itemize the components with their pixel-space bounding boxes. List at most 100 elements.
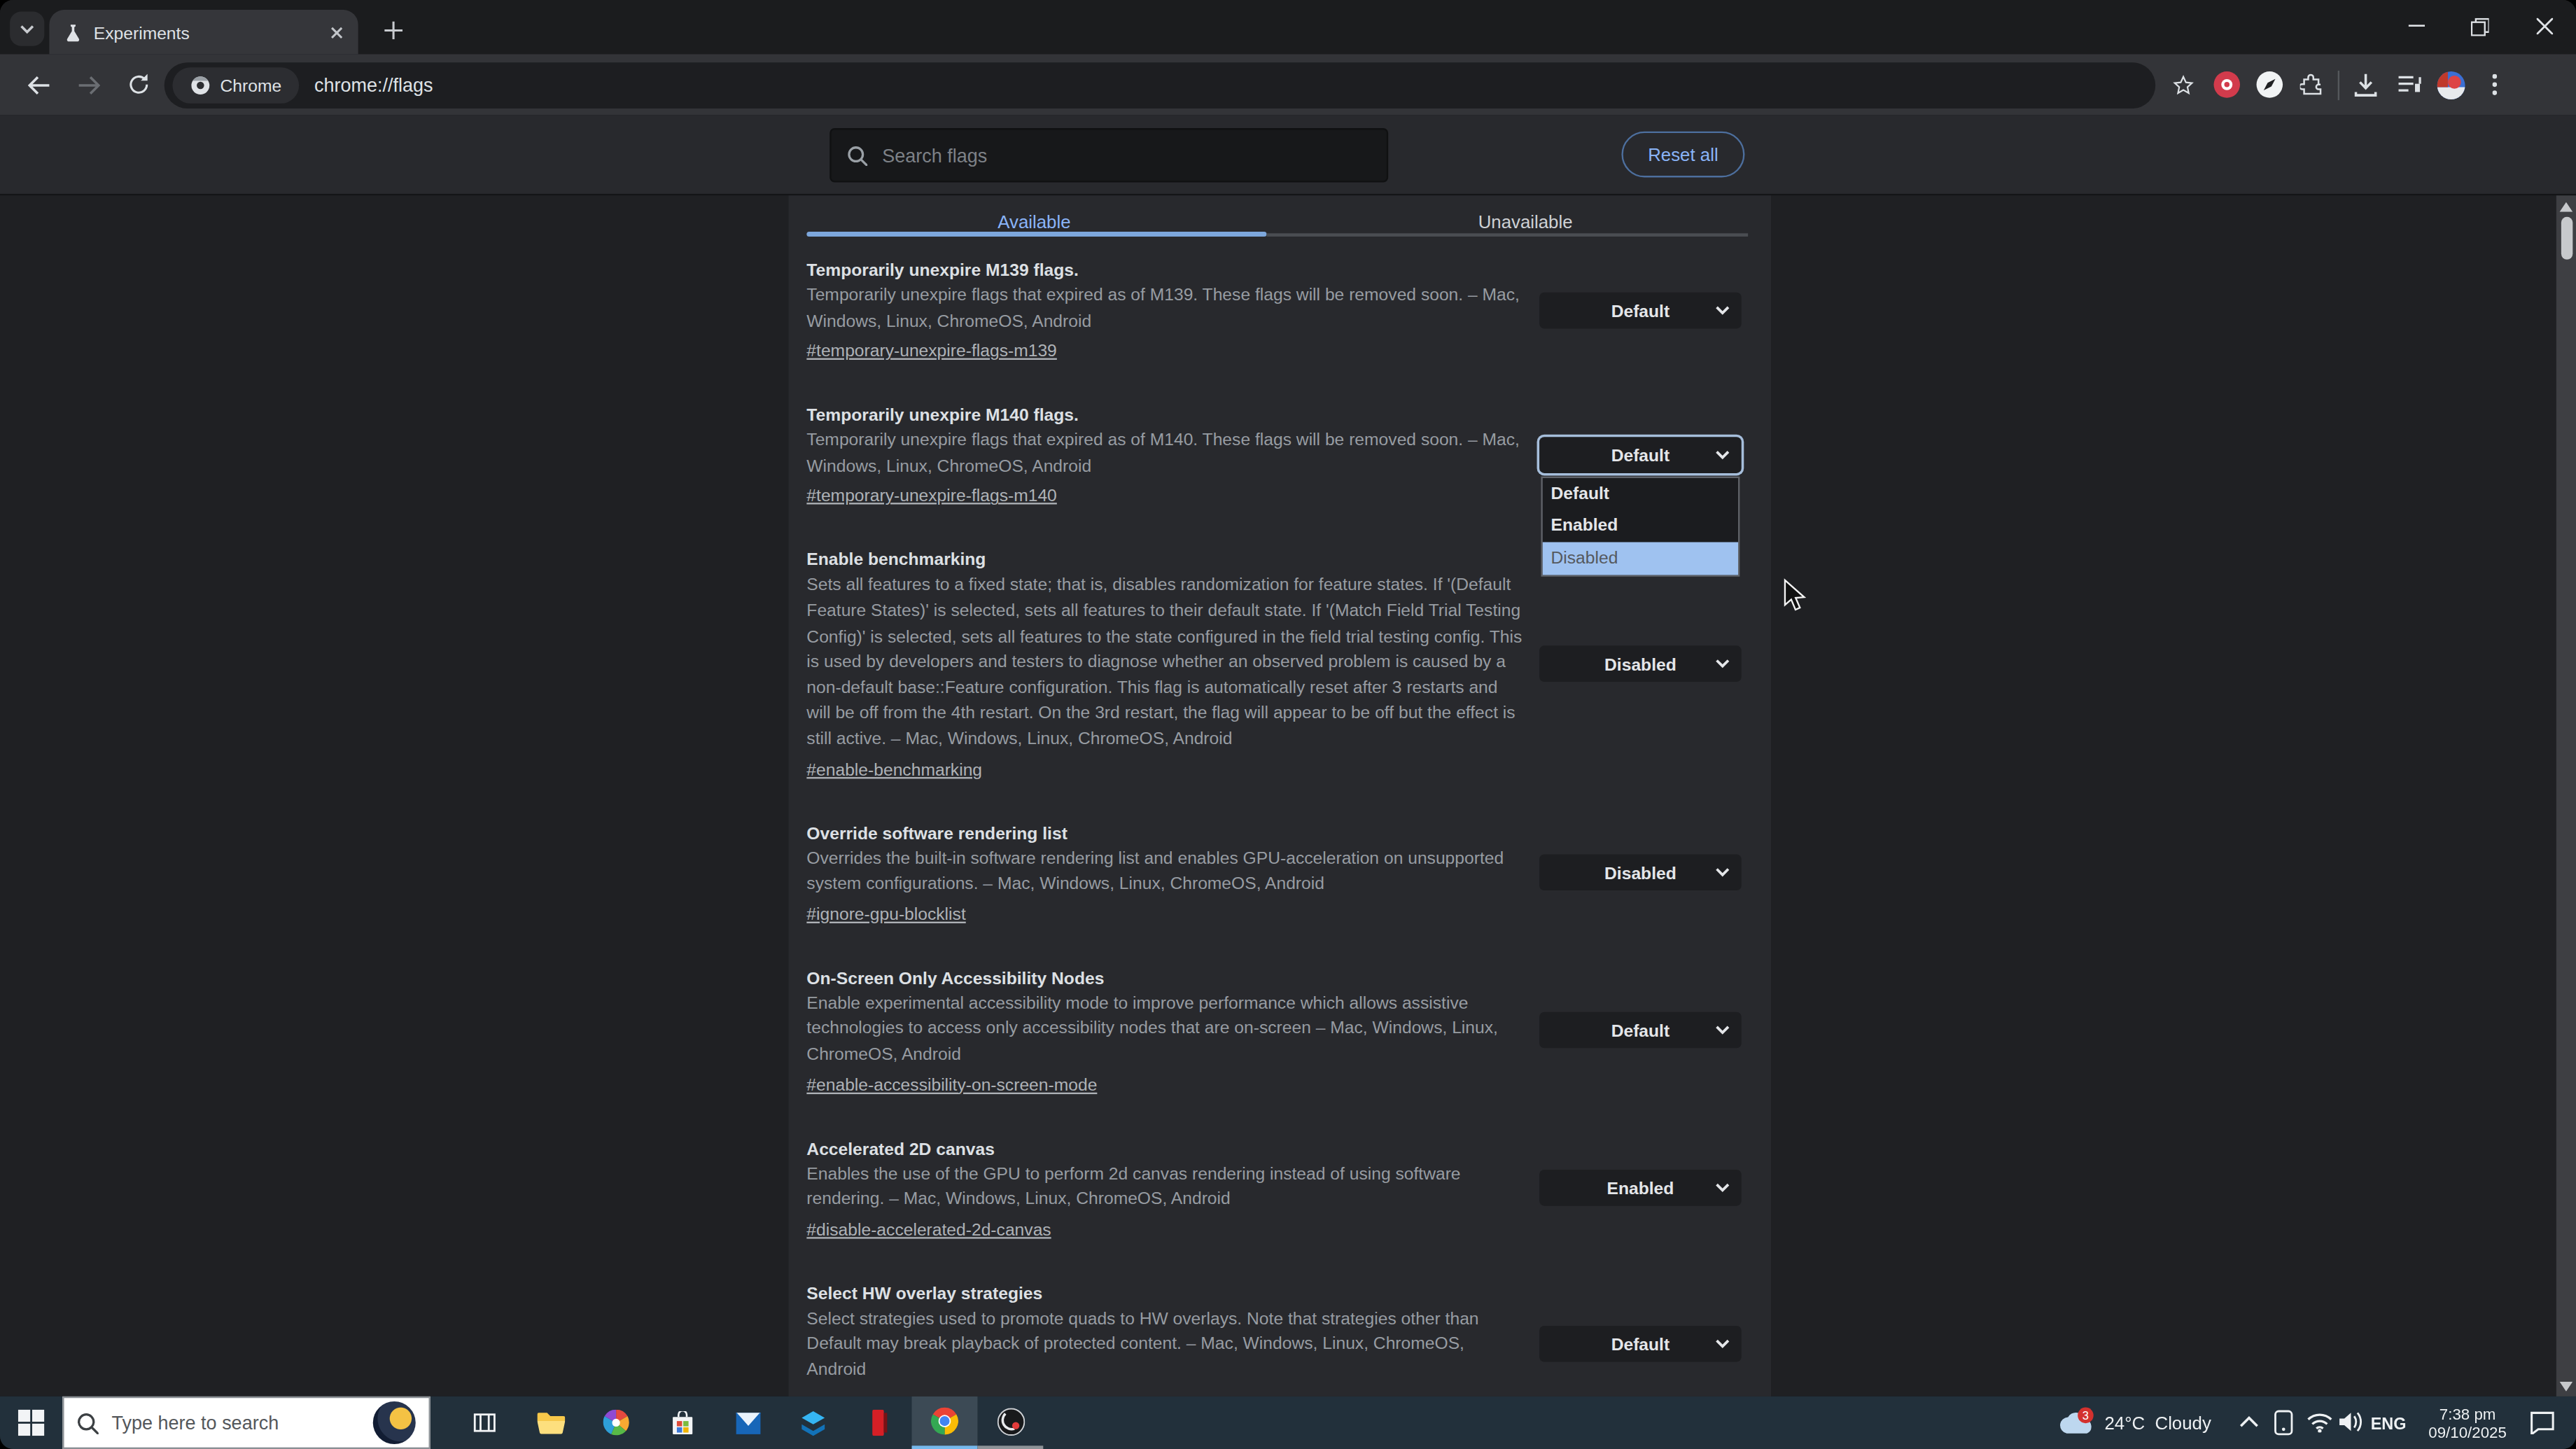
- tabs-divider: [1266, 233, 1748, 237]
- bookmark-star-button[interactable]: [2162, 63, 2205, 106]
- mail-app-icon[interactable]: [715, 1396, 780, 1449]
- dropdown-option-disabled[interactable]: Disabled: [1543, 542, 1738, 575]
- flag-permalink[interactable]: #disable-accelerated-2d-canvas: [806, 1217, 1051, 1240]
- red-app-icon[interactable]: [846, 1396, 912, 1449]
- flag-row: Accelerated 2D canvas Enables the use of…: [806, 1136, 1759, 1242]
- weather-icon[interactable]: 3: [2057, 1406, 2099, 1441]
- extensions-puzzle-icon[interactable]: [2290, 63, 2333, 106]
- flag-row: Override software rendering list Overrid…: [806, 820, 1759, 926]
- search-flags-input[interactable]: Search flags: [830, 128, 1388, 182]
- back-button[interactable]: [16, 62, 62, 108]
- tab-close-icon[interactable]: [330, 25, 344, 38]
- flag-permalink[interactable]: #temporary-unexpire-flags-m140: [806, 484, 1057, 507]
- action-center-icon[interactable]: [2530, 1411, 2554, 1434]
- new-tab-button[interactable]: [376, 13, 409, 46]
- reset-all-button[interactable]: Reset all: [1621, 132, 1744, 178]
- select-wrap: Disabled: [1539, 645, 1742, 682]
- language-indicator[interactable]: ENG: [2371, 1396, 2407, 1449]
- flag-title: On-Screen Only Accessibility Nodes: [806, 965, 1539, 988]
- flag-row: Select HW overlay strategies Select stra…: [806, 1281, 1759, 1382]
- menu-kebab-icon[interactable]: [2472, 63, 2515, 106]
- desktop: Experiments Chrome chrome://flags: [0, 0, 2576, 1449]
- flag-description: Temporarily unexpire flags that expired …: [806, 428, 1522, 479]
- site-chip[interactable]: Chrome: [172, 66, 300, 103]
- address-bar[interactable]: Chrome chrome://flags: [164, 62, 2155, 108]
- flag-permalink[interactable]: #temporary-unexpire-flags-m139: [806, 339, 1057, 362]
- chevron-down-icon: [1715, 659, 1730, 668]
- tray-expand-icon[interactable]: [2239, 1415, 2259, 1428]
- flag-text: On-Screen Only Accessibility Nodes Enabl…: [806, 965, 1539, 1096]
- defender-app-icon[interactable]: [780, 1396, 846, 1449]
- flag-permalink[interactable]: #ignore-gpu-blocklist: [806, 902, 965, 925]
- tab-search-button[interactable]: [10, 11, 44, 46]
- page-scrollbar[interactable]: [2556, 195, 2576, 1396]
- microsoft-store-icon[interactable]: [649, 1396, 715, 1449]
- start-button[interactable]: [0, 1396, 62, 1449]
- dropdown-option-enabled[interactable]: Enabled: [1543, 510, 1738, 542]
- search-icon: [77, 1412, 99, 1434]
- chevron-down-icon: [1715, 1339, 1730, 1349]
- flag-value-select[interactable]: Default: [1539, 292, 1742, 328]
- flag-value-select[interactable]: Enabled: [1539, 1170, 1742, 1206]
- flag-value-select[interactable]: Default: [1539, 437, 1742, 473]
- select-value: Default: [1611, 300, 1670, 320]
- weather-text[interactable]: 24°C Cloudy: [2104, 1396, 2211, 1449]
- flag-description: Enable experimental accessibility mode t…: [806, 990, 1522, 1068]
- wifi-icon[interactable]: [2306, 1411, 2333, 1433]
- scrollbar-up-arrow[interactable]: [2560, 202, 2573, 212]
- chevron-down-icon: [1715, 450, 1730, 460]
- select-wrap: Default: [1539, 1012, 1742, 1049]
- scrollbar-down-arrow[interactable]: [2560, 1382, 2573, 1392]
- select-dropdown-menu: DefaultEnabledDisabled: [1541, 476, 1740, 576]
- downloads-button[interactable]: [2344, 63, 2387, 106]
- flag-control: Default DefaultEnabledDisabled: [1539, 402, 1759, 508]
- chrome-taskbar-icon[interactable]: [912, 1396, 978, 1449]
- select-value: Default: [1611, 1021, 1670, 1040]
- dropdown-option-default[interactable]: Default: [1543, 477, 1738, 510]
- browser-tab[interactable]: Experiments: [49, 10, 358, 54]
- flag-description: Overrides the built-in software renderin…: [806, 846, 1522, 897]
- photos-app-icon[interactable]: [583, 1396, 649, 1449]
- close-window-button[interactable]: [2512, 0, 2576, 52]
- select-value: Disabled: [1604, 862, 1676, 882]
- flag-row: Enable benchmarking Sets all features to…: [806, 547, 1759, 781]
- reload-button[interactable]: [115, 62, 161, 108]
- url-text: chrome://flags: [314, 75, 433, 94]
- flag-value-select[interactable]: Default: [1539, 1326, 1742, 1362]
- select-wrap: Enabled: [1539, 1170, 1742, 1206]
- window-controls: [2384, 0, 2576, 52]
- flag-description: Enables the use of the GPU to perform 2d…: [806, 1161, 1522, 1212]
- select-wrap: Default: [1539, 292, 1742, 328]
- flag-row: Temporarily unexpire M140 flags. Tempora…: [806, 402, 1759, 508]
- clock[interactable]: 7:38 pm09/10/2025: [2418, 1396, 2517, 1449]
- profile-avatar[interactable]: [2430, 63, 2472, 106]
- flag-text: Select HW overlay strategies Select stra…: [806, 1281, 1539, 1382]
- task-view-button[interactable]: [451, 1396, 517, 1449]
- restore-button[interactable]: [2448, 0, 2512, 52]
- volume-icon[interactable]: [2339, 1411, 2364, 1433]
- flags-page: Search flags Reset all Available Unavail…: [0, 115, 2576, 1396]
- extension-compass-icon[interactable]: [2248, 63, 2290, 106]
- minimize-button[interactable]: [2384, 0, 2448, 52]
- flag-control: Enabled: [1539, 1136, 1759, 1242]
- flag-control: Default: [1539, 258, 1759, 363]
- forward-button[interactable]: [66, 62, 112, 108]
- search-icon: [848, 146, 867, 165]
- flag-text: Enable benchmarking Sets all features to…: [806, 547, 1539, 781]
- flag-permalink[interactable]: #enable-accessibility-on-screen-mode: [806, 1072, 1097, 1095]
- phone-link-icon[interactable]: [2274, 1410, 2293, 1436]
- flag-value-select[interactable]: Disabled: [1539, 855, 1742, 891]
- extension-adblock-icon[interactable]: [2205, 63, 2248, 106]
- flag-value-select[interactable]: Default: [1539, 1012, 1742, 1049]
- file-explorer-icon[interactable]: [517, 1396, 583, 1449]
- flag-permalink[interactable]: #enable-benchmarking: [806, 757, 982, 780]
- obs-app-icon[interactable]: [977, 1396, 1043, 1449]
- flag-text: Temporarily unexpire M139 flags. Tempora…: [806, 258, 1539, 363]
- search-highlights-icon[interactable]: [373, 1401, 416, 1444]
- media-controls-button[interactable]: [2387, 63, 2430, 106]
- tab-title: Experiments: [94, 22, 319, 42]
- flag-value-select[interactable]: Disabled: [1539, 645, 1742, 682]
- scrollbar-thumb[interactable]: [2561, 217, 2572, 260]
- taskbar-search-placeholder: Type here to search: [112, 1413, 360, 1432]
- taskbar-search-box[interactable]: Type here to search: [62, 1396, 430, 1449]
